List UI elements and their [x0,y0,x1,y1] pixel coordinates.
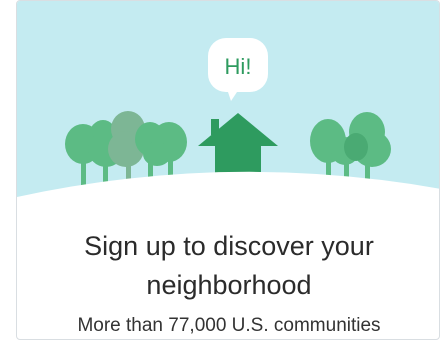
signup-headline: Sign up to discover your neighborhood [17,227,439,305]
headline-line-1: Sign up to discover your [84,231,374,261]
headline-line-2: neighborhood [146,270,312,300]
neighborhood-illustration: Hi! [17,1,439,206]
signup-card: Hi! Sign up to discover your neighborhoo… [16,0,440,340]
communities-subtext: More than 77,000 U.S. communities [77,315,381,336]
bubble-text: Hi! [225,54,252,79]
